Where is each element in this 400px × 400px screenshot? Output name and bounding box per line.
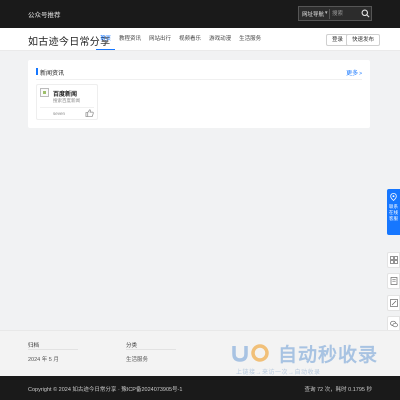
- announcement-text[interactable]: 公众号推荐: [28, 9, 61, 19]
- search-divider: [329, 9, 330, 19]
- location-pin-icon: [390, 193, 397, 201]
- search-input[interactable]: [332, 8, 358, 19]
- nav-item-video[interactable]: 视频看乐: [175, 28, 205, 50]
- card-divider: [40, 107, 94, 108]
- more-label: 更多: [346, 71, 359, 77]
- footer: 归档 2024 年 5 月 分类 生活服务: [0, 330, 400, 377]
- query-stats: 查询 72 次，耗时 0.1795 秒: [304, 387, 372, 393]
- tool-button-2[interactable]: [387, 273, 400, 289]
- grid-icon: [390, 256, 398, 264]
- search-icon[interactable]: [361, 9, 370, 18]
- tool-button-1[interactable]: [387, 252, 400, 268]
- more-link[interactable]: 更多>: [346, 68, 362, 77]
- footer-divider: [28, 349, 78, 350]
- footer-archive-title: 归档: [28, 343, 40, 349]
- copyright-bar: Copyright © 2024 如古迹今日常分享 · 豫ICP备2024073…: [0, 376, 400, 400]
- section-title: 新闻资讯: [40, 71, 65, 77]
- section-header: 新闻资讯 更多>: [28, 60, 370, 82]
- chevron-down-icon[interactable]: ▼: [324, 10, 328, 15]
- site-name[interactable]: 百度新闻: [53, 89, 77, 98]
- nav-item-games[interactable]: 游戏动漫: [205, 28, 235, 50]
- thumbs-up-icon[interactable]: [85, 109, 94, 117]
- wechat-icon: [390, 320, 398, 328]
- nav-item-tutorials[interactable]: 教程资讯: [115, 28, 145, 50]
- footer-category-title: 分类: [126, 343, 138, 349]
- tool-button-3[interactable]: [387, 295, 400, 311]
- quick-post-button[interactable]: 快速发布: [346, 34, 381, 46]
- nav-item-home[interactable]: 首页: [96, 28, 116, 50]
- section-divider: [36, 79, 362, 80]
- search-scope-select[interactable]: 网址导航: [302, 10, 324, 18]
- contact-label: 联系 在线 客服: [387, 204, 400, 222]
- author-name[interactable]: seven: [53, 111, 65, 116]
- site-card[interactable]: 百度新闻 搜索百度新闻 seven: [36, 84, 98, 120]
- copyright-text[interactable]: Copyright © 2024 如古迹今日常分享 · 豫ICP备2024073…: [28, 385, 182, 393]
- top-search-box: 网址导航 ▼: [298, 6, 372, 21]
- site-header: 如古迹今日常分享 首页 教程资讯 网站出行 视频看乐 游戏动漫 生活服务 登录 …: [0, 28, 400, 51]
- nav-item-travel[interactable]: 网站出行: [145, 28, 175, 50]
- chevron-right-icon: >: [359, 71, 362, 77]
- footer-divider: [126, 349, 176, 350]
- site-description: 搜索百度新闻: [53, 98, 80, 103]
- contact-service-button[interactable]: 联系 在线 客服: [387, 189, 400, 235]
- site-logo-image: [40, 88, 49, 97]
- nav-item-life[interactable]: 生活服务: [235, 28, 265, 50]
- document-icon: [390, 277, 398, 285]
- main-nav: 首页 教程资讯 网站出行 视频看乐 游戏动漫 生活服务: [96, 28, 265, 50]
- contact-label-line: 客服: [389, 216, 398, 221]
- section-accent-bar: [36, 68, 38, 75]
- top-bar: 公众号推荐 网址导航 ▼: [0, 0, 400, 28]
- edit-icon: [390, 299, 398, 307]
- footer-category-link[interactable]: 生活服务: [126, 355, 148, 363]
- footer-archive-link[interactable]: 2024 年 5 月: [28, 355, 59, 363]
